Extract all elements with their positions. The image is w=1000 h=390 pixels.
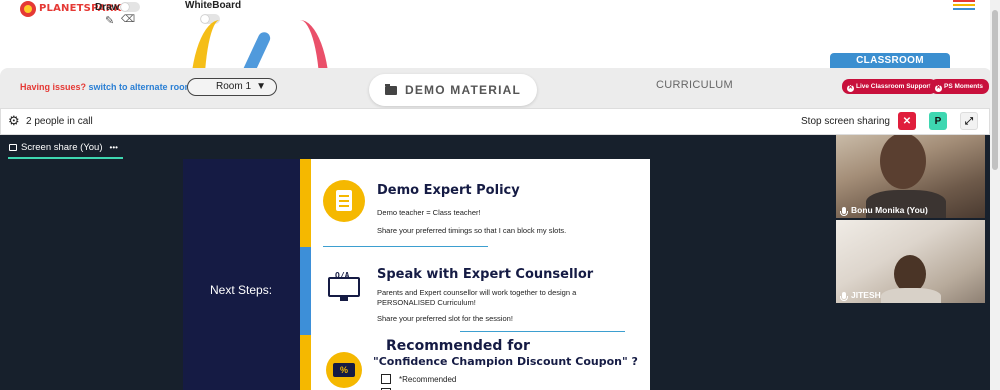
live-support-label: Live Classroom Support (856, 83, 932, 90)
recommended-checkbox[interactable] (381, 374, 391, 384)
active-tab-indicator (8, 157, 123, 159)
section1-line1: Demo teacher = Class teacher! (377, 208, 481, 217)
classroom-tab[interactable]: CLASSROOM (830, 53, 950, 74)
section2-line2: PERSONALISED Curriculum! (377, 298, 476, 307)
participant-video (881, 288, 941, 303)
live-classroom-support-button[interactable]: ✕ Live Classroom Support (842, 79, 938, 94)
logo-mark-icon (20, 0, 36, 17)
demo-material-button[interactable]: DEMO MATERIAL (369, 74, 537, 106)
curriculum-tab[interactable]: CURRICULUM (656, 79, 733, 91)
whiteboard-label: WhiteBoard (185, 0, 242, 11)
close-icon: ✕ (902, 115, 912, 127)
ps-moments-label: PS Moments (944, 83, 984, 90)
section2-line1: Parents and Expert counsellor will work … (377, 288, 577, 297)
participant-name: Bonu Monika (You) (840, 205, 928, 216)
section1-line2: Share your preferred timings so that I c… (377, 226, 567, 235)
expand-icon: ⤢ (965, 115, 973, 127)
section2-title: Speak with Expert Counsellor (377, 267, 594, 282)
alternate-room-link[interactable]: switch to alternate room (89, 82, 193, 92)
caret-down-icon: ▼ (256, 81, 266, 92)
top-bar (0, 0, 1000, 33)
issues-text: Having issues? (20, 82, 87, 92)
close-circle-icon: ✕ (847, 85, 854, 92)
ps-moments-button[interactable]: ✕ PS Moments (930, 79, 990, 94)
next-steps-label: Next Steps: (210, 283, 273, 297)
screen-share-tab[interactable]: Screen share (You) ••• (9, 142, 118, 153)
pencil-icon[interactable]: ✎ (105, 14, 114, 27)
scrollbar-thumb[interactable] (992, 10, 998, 170)
coupon-icon-text: % (333, 363, 355, 377)
page-scrollbar[interactable] (990, 0, 1000, 390)
screen-icon (9, 144, 17, 151)
eraser-icon[interactable]: ⌫ (121, 14, 135, 25)
issues-notice: Having issues? switch to alternate room (20, 82, 193, 92)
more-options-icon[interactable]: ••• (110, 143, 118, 152)
qa-icon-text: Q/A (335, 271, 350, 280)
stop-share-button[interactable]: ✕ (898, 112, 916, 130)
room-select-value: Room 1 (216, 81, 252, 92)
participant-video (880, 135, 926, 189)
section3-subtitle: "Confidence Champion Discount Coupon" ? (373, 355, 638, 368)
draw-label: Draw (95, 2, 120, 13)
people-count: 2 people in call (26, 116, 93, 127)
folder-icon (384, 83, 397, 95)
classroom-app: PLANETSPARK Draw ✎ ⌫ WhiteBoard CLASSROO… (0, 0, 1000, 390)
policy-icon (323, 180, 365, 222)
draw-toggle[interactable] (120, 2, 140, 12)
room-select[interactable]: Room 1 ▼ (187, 78, 277, 96)
participant-tile[interactable]: Bonu Monika (You) (836, 135, 985, 218)
participant-name-text: Bonu Monika (You) (851, 205, 928, 215)
section-divider (460, 331, 625, 332)
screen-share-label: Screen share (You) (21, 142, 103, 153)
participant-avatar-button[interactable]: P (929, 112, 947, 130)
coupon-icon: % (326, 352, 362, 388)
fullscreen-button[interactable]: ⤢ (960, 112, 978, 130)
slide-accent-yellow (300, 159, 311, 247)
section3-title: Recommended for (386, 338, 530, 354)
section2-line3: Share your preferred slot for the sessio… (377, 314, 513, 323)
recommended-option-label: *Recommended (399, 375, 457, 384)
menu-icon[interactable] (953, 0, 975, 12)
close-circle-icon: ✕ (935, 85, 942, 92)
participant-name: JITESH (840, 290, 881, 301)
slide-left-panel (183, 159, 300, 390)
counsellor-icon: Q/A (328, 271, 360, 301)
slide-accent-yellow (300, 335, 311, 390)
gear-icon[interactable]: ⚙ (8, 114, 20, 127)
microphone-icon (840, 206, 848, 216)
demo-material-label: DEMO MATERIAL (404, 83, 522, 97)
stop-screen-sharing-label: Stop screen sharing (801, 116, 890, 127)
section1-title: Demo Expert Policy (377, 183, 520, 198)
slide-accent-blue (300, 247, 311, 335)
microphone-icon (840, 291, 848, 301)
participant-tile[interactable]: JITESH (836, 220, 985, 303)
avatar-letter: P (934, 115, 942, 127)
participant-name-text: JITESH (851, 290, 881, 300)
section-divider (323, 246, 488, 247)
